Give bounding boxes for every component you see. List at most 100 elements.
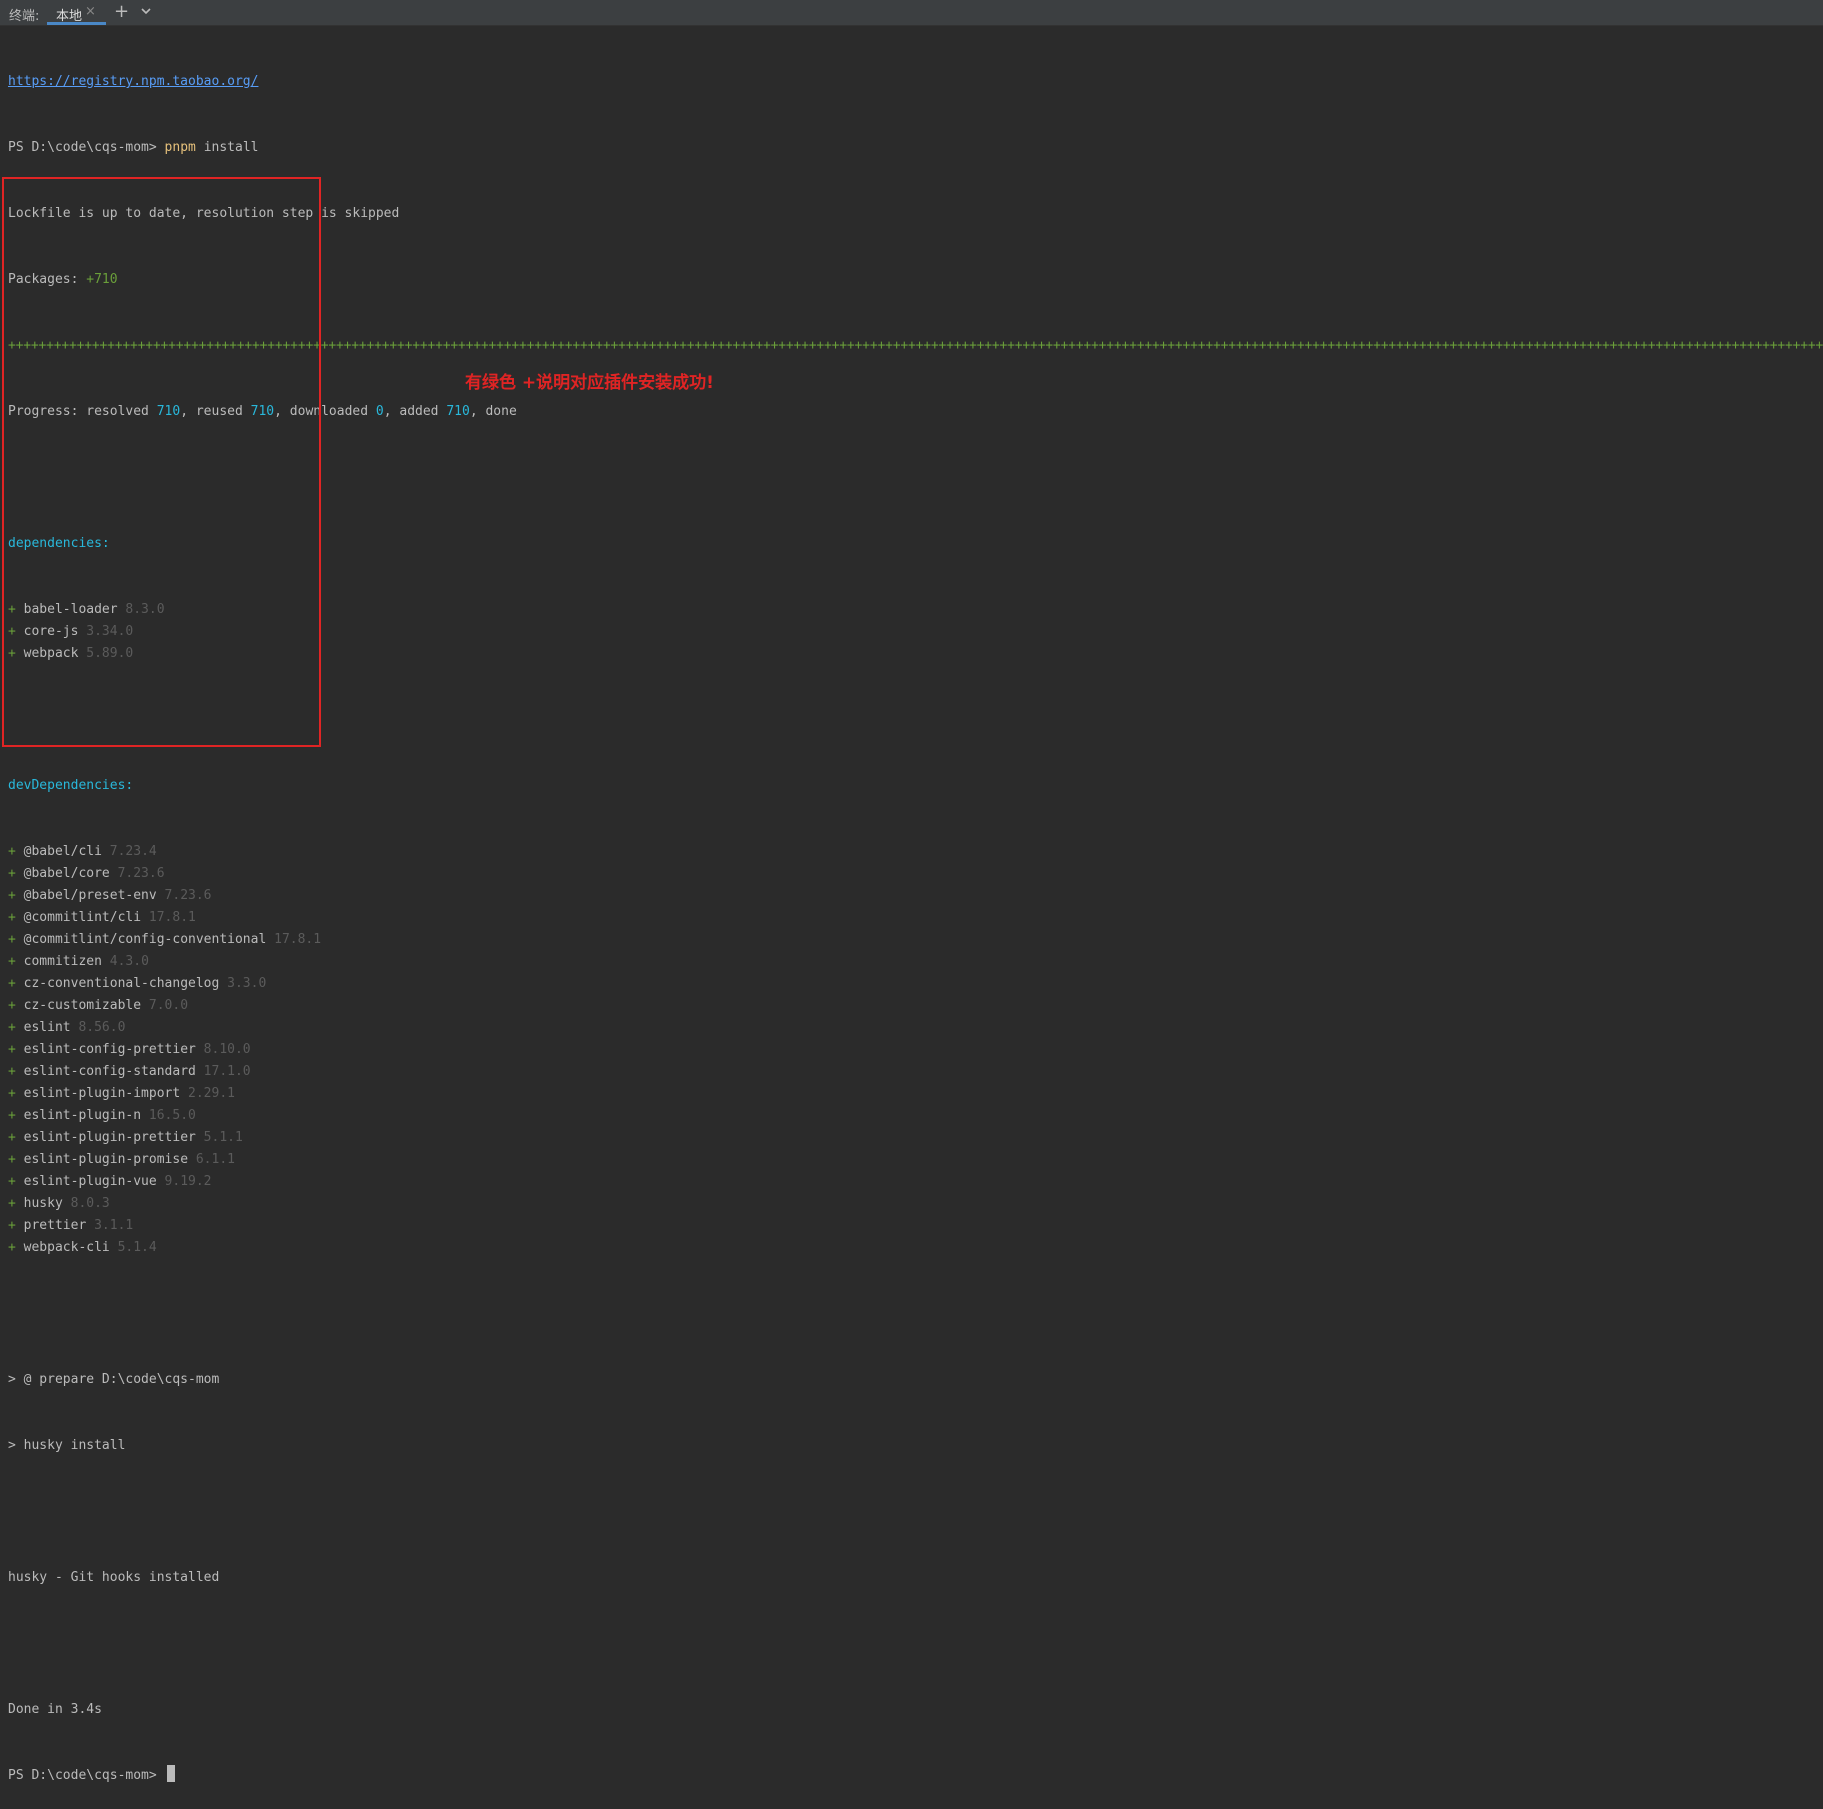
command-args: install <box>203 140 259 155</box>
progress-added: 710 <box>446 404 470 419</box>
package-version: 7.23.6 <box>117 866 165 881</box>
package-item: + @commitlint/config-conventional 17.8.1 <box>8 929 1823 951</box>
prompt: PS D:\code\cqs-mom> <box>8 140 157 155</box>
added-plus-marker: + <box>8 1130 16 1145</box>
chevron-down-icon[interactable] <box>140 5 152 21</box>
plus-icon[interactable]: + <box>114 1 129 22</box>
package-name: cz-conventional-changelog <box>23 976 220 991</box>
added-plus-marker: + <box>8 1152 16 1167</box>
added-plus-marker: + <box>8 954 16 969</box>
package-name: husky <box>23 1196 63 1211</box>
package-item: + @babel/cli 7.23.4 <box>8 841 1823 863</box>
terminal-tabbar: 终端: 本地 × + <box>0 0 1823 26</box>
package-item: + @babel/core 7.23.6 <box>8 863 1823 885</box>
progress-downloaded: 0 <box>375 404 384 419</box>
package-version: 3.1.1 <box>94 1218 134 1233</box>
added-plus-marker: + <box>8 932 16 947</box>
package-item: + eslint-plugin-promise 6.1.1 <box>8 1149 1823 1171</box>
registry-link[interactable]: https://registry.npm.taobao.org/ <box>8 74 258 89</box>
package-name: eslint-plugin-promise <box>23 1152 189 1167</box>
package-item: + eslint-plugin-prettier 5.1.1 <box>8 1127 1823 1149</box>
package-name: eslint-plugin-import <box>23 1086 181 1101</box>
package-version: 6.1.1 <box>195 1152 235 1167</box>
dev-dependencies-list: + @babel/cli 7.23.4 + @babel/core 7.23.6 +… <box>8 841 1823 1259</box>
prepare-line: > @ prepare D:\code\cqs-mom <box>8 1372 220 1387</box>
package-item: + cz-conventional-changelog 3.3.0 <box>8 973 1823 995</box>
added-plus-marker: + <box>8 844 16 859</box>
package-version: 8.0.3 <box>70 1196 110 1211</box>
package-version: 17.8.1 <box>274 932 322 947</box>
added-plus-marker: + <box>8 1020 16 1035</box>
package-name: @babel/core <box>23 866 110 881</box>
package-item: + webpack-cli 5.1.4 <box>8 1237 1823 1259</box>
annotation-text: 有绿色 +说明对应插件安装成功! <box>465 373 714 393</box>
package-version: 3.3.0 <box>227 976 267 991</box>
husky-message: husky - Git hooks installed <box>8 1570 220 1585</box>
terminal-label: 终端: <box>9 9 40 24</box>
package-item: + eslint-plugin-n 16.5.0 <box>8 1105 1823 1127</box>
added-plus-marker: + <box>8 1196 16 1211</box>
close-icon[interactable]: × <box>85 4 96 19</box>
progress-suffix: , done <box>469 404 517 419</box>
done-message: Done in 3.4s <box>8 1702 102 1717</box>
added-plus-marker: + <box>8 1042 16 1057</box>
package-name: eslint-config-standard <box>23 1064 196 1079</box>
added-plus-marker: + <box>8 866 16 881</box>
package-name: @commitlint/config-conventional <box>23 932 267 947</box>
added-plus-marker: + <box>8 910 16 925</box>
package-version: 4.3.0 <box>109 954 149 969</box>
package-item: + husky 8.0.3 <box>8 1193 1823 1215</box>
package-version: 7.0.0 <box>148 998 189 1013</box>
package-version: 5.1.4 <box>117 1240 157 1255</box>
package-item: + @babel/preset-env 7.23.6 <box>8 885 1823 907</box>
added-plus-marker: + <box>8 1240 16 1255</box>
package-item: + eslint-plugin-vue 9.19.2 <box>8 1171 1823 1193</box>
package-version: 5.1.1 <box>203 1130 243 1145</box>
package-name: @commitlint/cli <box>23 910 142 925</box>
package-item: + commitizen 4.3.0 <box>8 951 1823 973</box>
added-plus-marker: + <box>8 1174 16 1189</box>
package-name: commitizen <box>23 954 102 969</box>
package-name: webpack-cli <box>23 1240 110 1255</box>
package-name: eslint-config-prettier <box>23 1042 196 1057</box>
added-plus-marker: + <box>8 1218 16 1233</box>
package-version: 7.23.4 <box>109 844 157 859</box>
package-item: + eslint-config-prettier 8.10.0 <box>8 1039 1823 1061</box>
progress-added-label: , added <box>383 404 439 419</box>
package-name: @babel/cli <box>23 844 102 859</box>
package-version: 8.10.0 <box>203 1042 251 1057</box>
package-version: 17.1.0 <box>203 1064 251 1079</box>
terminal-cursor[interactable] <box>166 1765 175 1782</box>
added-plus-marker: + <box>8 1086 16 1101</box>
package-item: + cz-customizable 7.0.0 <box>8 995 1823 1017</box>
package-item: + eslint 8.56.0 <box>8 1017 1823 1039</box>
command-name: pnpm <box>164 140 196 155</box>
package-version: 16.5.0 <box>148 1108 196 1123</box>
package-version: 9.19.2 <box>164 1174 212 1189</box>
package-version: 17.8.1 <box>148 910 196 925</box>
package-name: cz-customizable <box>23 998 142 1013</box>
added-plus-marker: + <box>8 976 16 991</box>
package-item: + eslint-plugin-import 2.29.1 <box>8 1083 1823 1105</box>
package-name: eslint-plugin-vue <box>23 1174 157 1189</box>
package-name: eslint-plugin-prettier <box>23 1130 196 1145</box>
package-version: 7.23.6 <box>164 888 212 903</box>
added-plus-marker: + <box>8 1064 16 1079</box>
added-plus-marker: + <box>8 1108 16 1123</box>
package-name: eslint-plugin-n <box>23 1108 142 1123</box>
package-item: + @commitlint/cli 17.8.1 <box>8 907 1823 929</box>
prompt-current: PS D:\code\cqs-mom> <box>8 1768 157 1783</box>
dev-dependencies-header: devDependencies: <box>8 778 134 793</box>
package-name: eslint <box>23 1020 71 1035</box>
active-tab-indicator <box>47 22 106 25</box>
added-plus-marker: + <box>8 888 16 903</box>
package-item: + eslint-config-standard 17.1.0 <box>8 1061 1823 1083</box>
husky-install-line: > husky install <box>8 1438 126 1453</box>
package-version: 2.29.1 <box>188 1086 235 1101</box>
tab-local[interactable]: 本地 × <box>47 0 106 25</box>
package-version: 8.56.0 <box>78 1020 126 1035</box>
added-plus-marker: + <box>8 998 16 1013</box>
package-item: + prettier 3.1.1 <box>8 1215 1823 1237</box>
package-name: @babel/preset-env <box>23 888 157 903</box>
highlight-box <box>2 177 321 747</box>
